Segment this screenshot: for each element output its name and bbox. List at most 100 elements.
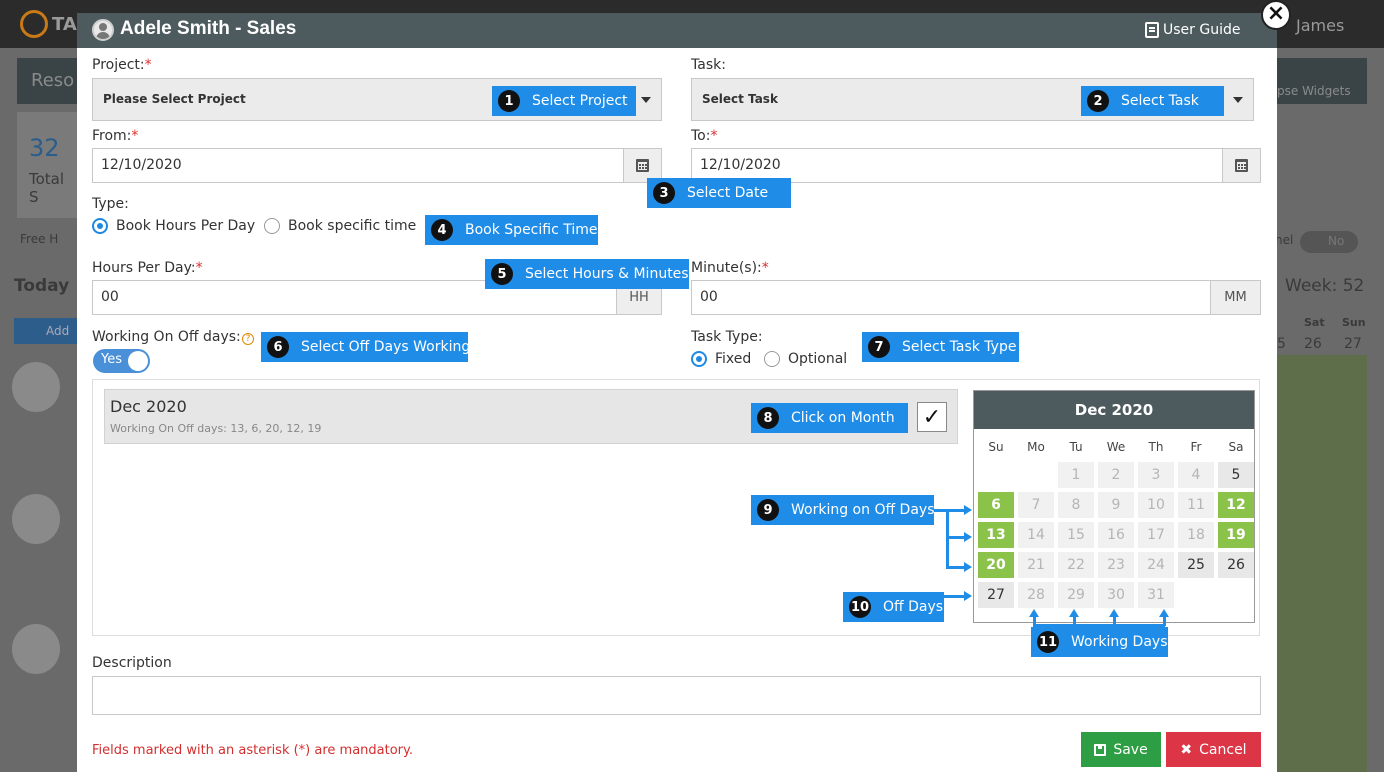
calendar-day[interactable]: 27	[978, 582, 1014, 608]
callout-click-on-month: 8 Click on Month	[751, 403, 908, 433]
hours-value: 00	[101, 289, 119, 305]
calendar-day[interactable]: 24	[1138, 552, 1174, 578]
cancel-button[interactable]: ✖ Cancel	[1166, 732, 1261, 767]
bg-toggle-value: No	[1328, 234, 1345, 248]
callout-select-task-type: 7 Select Task Type	[862, 332, 1019, 362]
bg-sat-label: Sat	[1304, 316, 1325, 329]
month-checkbox[interactable]: ✓	[917, 402, 947, 432]
calendar-day[interactable]: 18	[1178, 522, 1214, 548]
minutes-input[interactable]: 00 MM	[691, 280, 1261, 315]
callout-working-days: 11 Working Days	[1031, 627, 1168, 657]
callout-number: 5	[491, 263, 513, 285]
calendar-day[interactable]: 9	[1098, 492, 1134, 518]
radio-fixed[interactable]: Fixed	[691, 351, 751, 367]
bg-add-button[interactable]: Add	[14, 318, 77, 344]
arrow-up-icon	[1159, 609, 1169, 617]
booking-modal: Adele Smith - Sales User Guide Project:*…	[77, 13, 1277, 772]
chevron-down-icon	[641, 97, 651, 103]
radio-book-hours-per-day[interactable]: Book Hours Per Day	[92, 218, 255, 234]
weekday-header: Mo	[1027, 440, 1045, 454]
callout-off-days: 10 Off Days	[843, 592, 944, 622]
arrow-line	[1163, 616, 1166, 626]
app-logo-text: TA	[52, 14, 77, 35]
calendar-day[interactable]: 1	[1058, 462, 1094, 488]
modal-close-button[interactable]: ×	[1261, 0, 1291, 30]
calendar-day[interactable]: 13	[978, 522, 1014, 548]
callout-text: Click on Month	[791, 410, 895, 426]
callout-select-project: 1 Select Project	[492, 86, 636, 116]
to-date-value: 12/10/2020	[700, 157, 781, 173]
calendar-day[interactable]: 25	[1178, 552, 1214, 578]
arrow-up-icon	[1109, 609, 1119, 617]
user-guide-label: User Guide	[1163, 22, 1241, 38]
calendar-grid: Su Mo Tu We Th Fr Sa 1 2 3 4 5 6 7 8 9 10 11 12 13 14 15 16 17 1…	[978, 436, 1254, 608]
calendar-day[interactable]: 29	[1058, 582, 1094, 608]
calendar-day[interactable]: 16	[1098, 522, 1134, 548]
calendar-day[interactable]: 2	[1098, 462, 1134, 488]
calendar-day[interactable]: 14	[1018, 522, 1054, 548]
calendar-day[interactable]: 26	[1218, 552, 1254, 578]
calendar-day[interactable]: 4	[1178, 462, 1214, 488]
project-label-text: Project:	[92, 57, 145, 73]
calendar-day[interactable]: 3	[1138, 462, 1174, 488]
app-logo-icon	[20, 10, 48, 38]
offdays-toggle[interactable]: Yes	[93, 349, 150, 373]
radio-optional[interactable]: Optional	[764, 351, 847, 367]
month-row-title: Dec 2020	[110, 397, 187, 416]
calendar-day[interactable]: 7	[1018, 492, 1054, 518]
bg-toggle[interactable]: No	[1300, 231, 1358, 253]
bg-avatar-3	[12, 624, 60, 674]
required-marker: *	[144, 57, 152, 73]
calendar-day[interactable]: 21	[1018, 552, 1054, 578]
to-calendar-button[interactable]	[1222, 149, 1260, 182]
minutes-label-text: Minute(s):	[691, 260, 762, 276]
arrow-right-icon	[964, 591, 972, 601]
radio-book-hours-label: Book Hours Per Day	[116, 218, 256, 234]
weekday-header: Tu	[1069, 440, 1083, 454]
description-input[interactable]	[92, 676, 1261, 715]
callout-select-date: 3 Select Date	[647, 178, 791, 208]
radio-book-specific-time[interactable]: Book specific time	[264, 218, 416, 234]
weekday-header: Su	[988, 440, 1004, 454]
minutes-addon: MM	[1210, 281, 1260, 314]
calendar-day[interactable]: 30	[1098, 582, 1134, 608]
calendar-day[interactable]: 23	[1098, 552, 1134, 578]
toggle-knob	[128, 351, 148, 371]
bg-stat-card: 32 Total S	[17, 112, 77, 218]
user-guide-link[interactable]: User Guide	[1145, 22, 1240, 38]
month-row-subtitle: Working On Off days: 13, 6, 20, 12, 19	[110, 422, 322, 435]
calendar-day[interactable]: 19	[1218, 522, 1254, 548]
calendar-day[interactable]: 11	[1178, 492, 1214, 518]
bg-stat-value: 32	[29, 134, 60, 162]
offdays-label: Working On Off days:	[92, 329, 241, 345]
bg-date-26: 26	[1304, 336, 1322, 352]
calendar-day[interactable]: 10	[1138, 492, 1174, 518]
arrow-line	[1073, 616, 1076, 626]
bg-collapse-widgets[interactable]: pse Widgets	[1277, 58, 1367, 104]
calendar-day[interactable]: 15	[1058, 522, 1094, 548]
task-select-value: Select Task	[702, 92, 778, 106]
callout-select-hours-minutes: 5 Select Hours & Minutes	[485, 259, 689, 289]
callout-number: 6	[267, 336, 289, 358]
save-button[interactable]: Save	[1081, 732, 1161, 767]
calendar-day[interactable]: 12	[1218, 492, 1254, 518]
offdays-toggle-label: Yes	[101, 352, 122, 367]
calendar-day[interactable]: 20	[978, 552, 1014, 578]
to-label-text: To:	[691, 128, 711, 144]
save-button-label: Save	[1113, 741, 1148, 758]
callout-number: 4	[431, 219, 453, 241]
from-date-input[interactable]: 12/10/2020	[92, 148, 662, 183]
calendar-day[interactable]: 6	[978, 492, 1014, 518]
calendar-day[interactable]: 28	[1018, 582, 1054, 608]
calendar-day[interactable]: 8	[1058, 492, 1094, 518]
radio-optional-label: Optional	[788, 351, 848, 367]
topbar-user-menu[interactable]: James	[1296, 16, 1344, 35]
calendar-day[interactable]: 5	[1218, 462, 1254, 488]
callout-text: Working on Off Days	[791, 502, 935, 518]
calendar-day[interactable]: 22	[1058, 552, 1094, 578]
bg-week-label: Week: 52	[1285, 276, 1365, 296]
callout-number: 8	[757, 407, 779, 429]
help-icon[interactable]: ?	[242, 333, 254, 345]
calendar-day[interactable]: 31	[1138, 582, 1174, 608]
calendar-day[interactable]: 17	[1138, 522, 1174, 548]
